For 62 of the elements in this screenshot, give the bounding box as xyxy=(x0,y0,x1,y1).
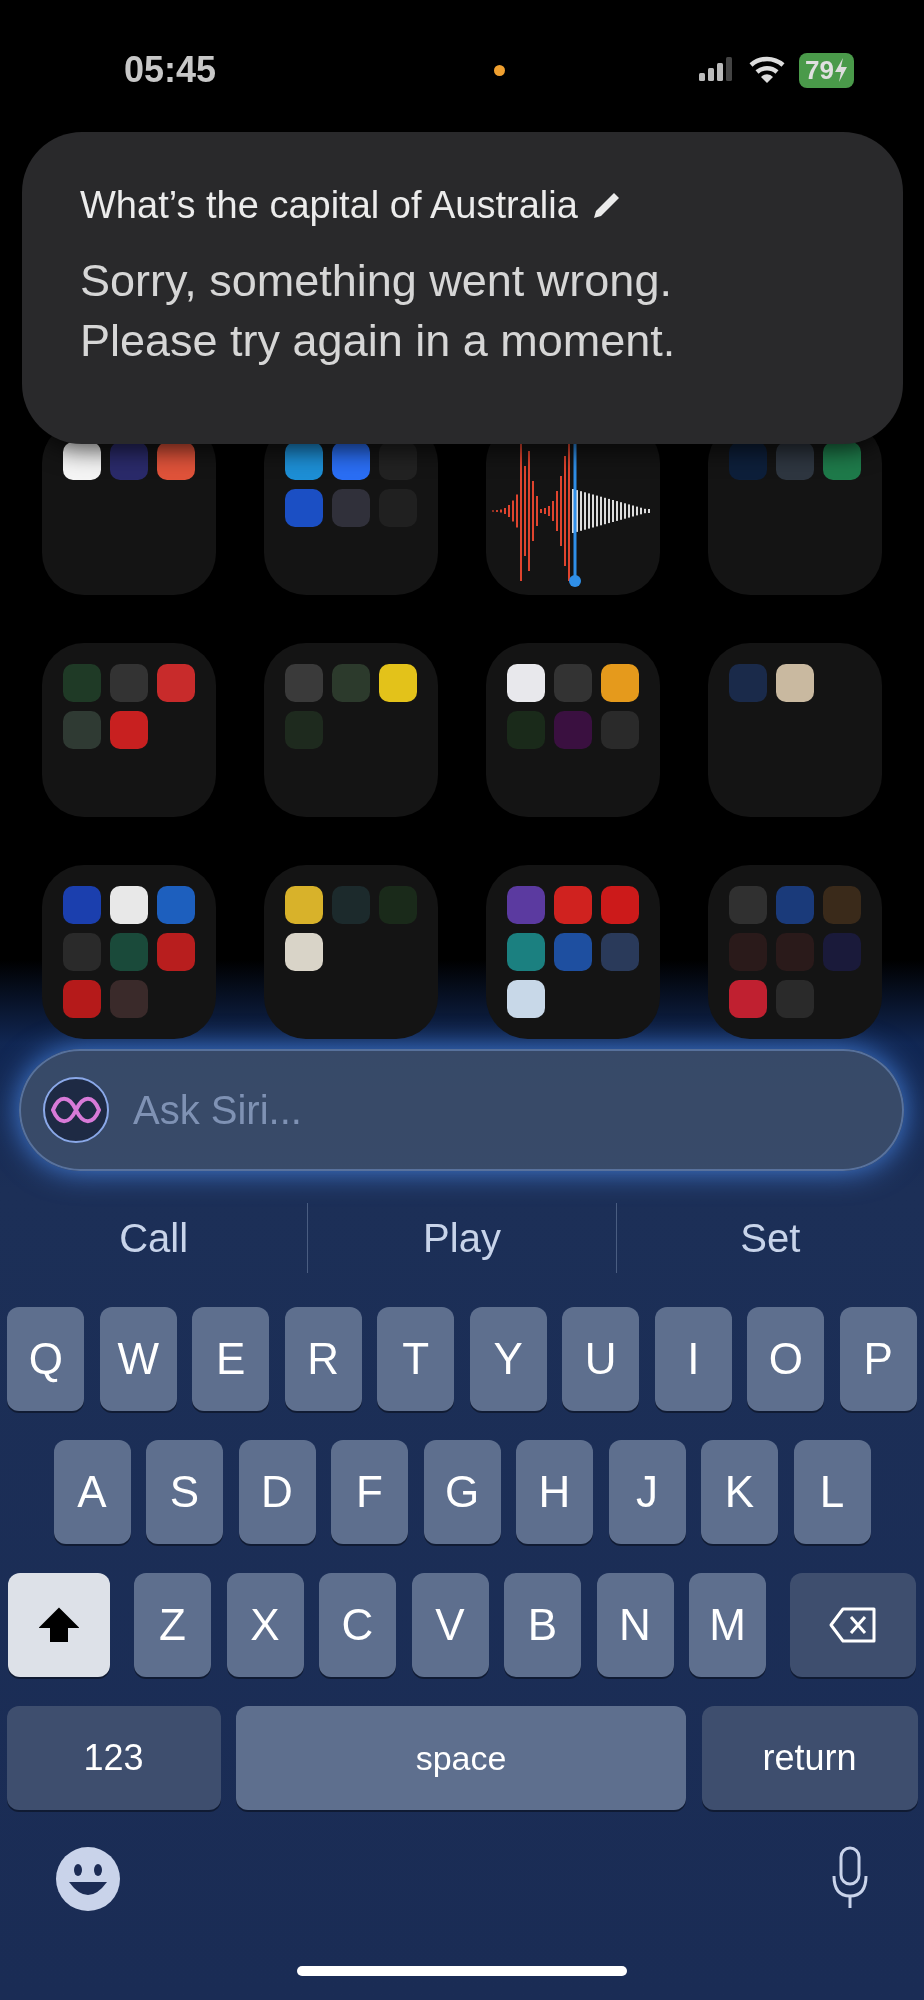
suggestion-word[interactable]: Call xyxy=(119,1215,189,1261)
app-folder[interactable] xyxy=(486,643,660,817)
letter-key[interactable]: J xyxy=(608,1440,686,1544)
letter-key[interactable]: A xyxy=(53,1440,131,1544)
letter-key[interactable]: K xyxy=(701,1440,778,1544)
shift-key[interactable] xyxy=(8,1573,110,1677)
siri-query-text: What’s the capital of Australia xyxy=(80,184,578,227)
letter-key[interactable]: N xyxy=(596,1573,674,1677)
letter-key[interactable]: M xyxy=(689,1573,766,1677)
app-icon[interactable] xyxy=(507,664,545,702)
ask-siri-bar[interactable]: Ask Siri... xyxy=(19,1049,904,1171)
status-time: 05:45 xyxy=(124,49,218,91)
letter-key[interactable]: G xyxy=(423,1440,501,1544)
app-folder[interactable] xyxy=(486,865,660,1039)
letter-key[interactable]: R xyxy=(284,1307,362,1411)
letter-key[interactable]: Y xyxy=(469,1307,547,1411)
letter-key[interactable]: W xyxy=(99,1307,177,1411)
app-icon[interactable] xyxy=(63,442,101,480)
letter-key[interactable]: C xyxy=(319,1573,396,1677)
app-icon[interactable] xyxy=(285,886,323,924)
letter-key[interactable]: S xyxy=(146,1440,223,1544)
siri-error-message: Sorry, something went wrong. Please try again in a moment. xyxy=(80,254,677,368)
letter-key[interactable]: O xyxy=(747,1307,825,1411)
backspace-icon xyxy=(829,1607,877,1643)
letter-key[interactable]: B xyxy=(504,1573,581,1677)
app-icon[interactable] xyxy=(507,980,545,1018)
letter-key[interactable]: P xyxy=(839,1307,917,1411)
suggestion-word[interactable]: Set xyxy=(740,1215,801,1261)
suggestion-word[interactable]: Play xyxy=(423,1215,501,1261)
letter-key[interactable]: V xyxy=(411,1573,489,1677)
wifi-icon xyxy=(749,56,786,84)
shift-arrow-icon xyxy=(39,1607,79,1643)
letter-key[interactable]: L xyxy=(793,1440,871,1544)
app-folder[interactable] xyxy=(708,643,882,817)
letter-key[interactable]: I xyxy=(654,1307,732,1411)
letter-key[interactable]: Q xyxy=(7,1307,85,1411)
letter-key[interactable]: D xyxy=(238,1440,316,1544)
letter-key[interactable]: Z xyxy=(134,1573,211,1677)
emoji-icon xyxy=(55,1846,121,1912)
backspace-key[interactable] xyxy=(790,1573,916,1677)
siri-icon xyxy=(41,1075,111,1145)
app-folder[interactable] xyxy=(42,865,216,1039)
letter-key[interactable]: H xyxy=(516,1440,593,1544)
app-folder[interactable] xyxy=(264,865,438,1039)
letter-key[interactable]: T xyxy=(377,1307,455,1411)
letter-key[interactable]: F xyxy=(331,1440,408,1544)
letter-key[interactable]: U xyxy=(562,1307,640,1411)
app-icon[interactable] xyxy=(379,664,417,702)
app-icon[interactable] xyxy=(776,664,814,702)
app-icon[interactable] xyxy=(601,664,639,702)
ask-siri-field[interactable]: Ask Siri... xyxy=(131,1086,904,1134)
bolt-icon xyxy=(834,58,848,82)
numbers-key[interactable]: 123 xyxy=(6,1706,221,1810)
app-folder[interactable] xyxy=(264,643,438,817)
battery-level: 79 xyxy=(799,52,854,88)
app-icon[interactable] xyxy=(285,933,323,971)
privacy-indicator-icon xyxy=(494,64,505,76)
letter-key[interactable]: E xyxy=(192,1307,270,1411)
letter-key[interactable]: X xyxy=(226,1573,304,1677)
app-icon[interactable] xyxy=(110,886,148,924)
space-key[interactable]: space xyxy=(236,1706,686,1810)
return-key[interactable]: return xyxy=(701,1706,918,1810)
